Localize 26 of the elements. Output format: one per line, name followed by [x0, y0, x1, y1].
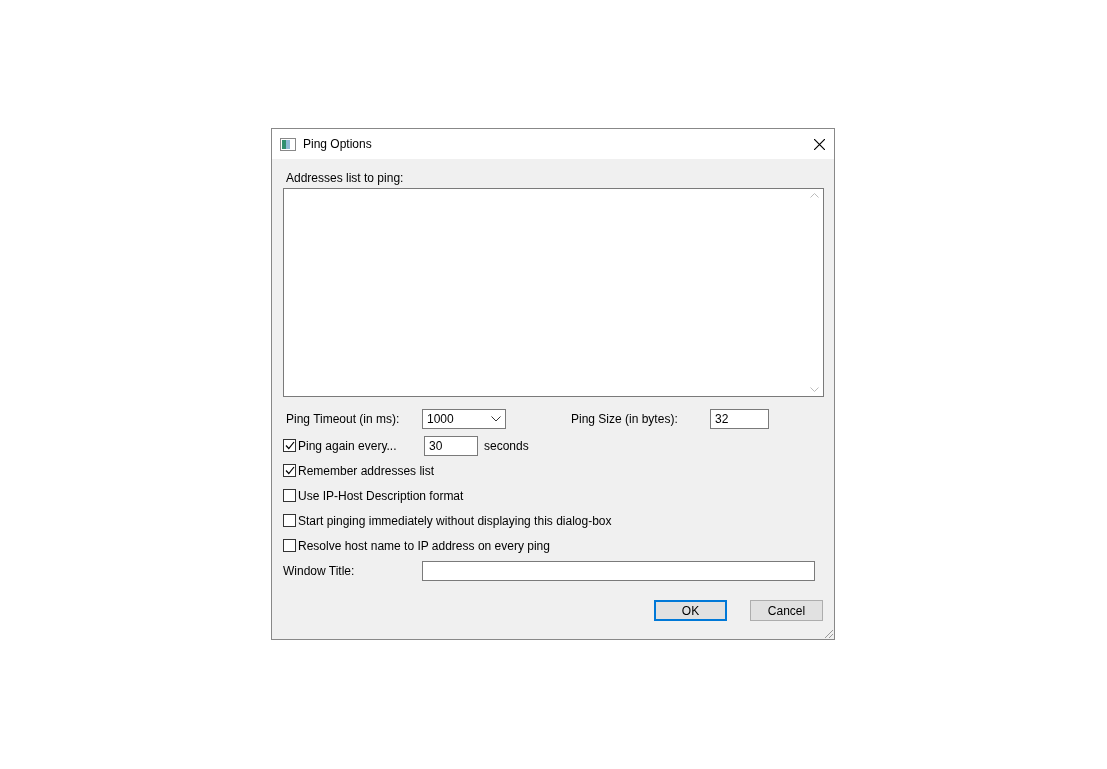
timeout-dropdown[interactable]: 1000 — [422, 409, 506, 429]
addresses-label: Addresses list to ping: — [285, 171, 405, 185]
checkbox-label[interactable]: Use IP-Host Description format — [298, 488, 464, 503]
checkbox-label[interactable]: Ping again every... — [298, 438, 424, 453]
checkbox[interactable] — [283, 489, 296, 502]
checkbox[interactable] — [283, 539, 296, 552]
chevron-down-icon — [491, 416, 501, 422]
checkbox[interactable] — [283, 514, 296, 527]
size-field[interactable]: 32 — [710, 409, 769, 429]
close-icon — [813, 138, 825, 150]
resize-grip-icon[interactable] — [822, 627, 834, 639]
window-title: Ping Options — [303, 137, 373, 151]
checkbox[interactable] — [283, 464, 296, 477]
window-title-field[interactable] — [422, 561, 815, 581]
timeout-label: Ping Timeout (in ms): — [286, 412, 401, 426]
size-label: Ping Size (in bytes): — [571, 412, 679, 426]
checkbox-label[interactable]: Remember addresses list — [298, 463, 435, 478]
checkbox[interactable] — [283, 439, 296, 452]
interval-field[interactable]: 30 — [424, 435, 478, 456]
dialog-button[interactable]: OK — [654, 600, 727, 621]
checkbox-label[interactable]: Start pinging immediately without displaying this dialog-box — [298, 513, 612, 528]
window-title-label: Window Title: — [283, 564, 356, 578]
dialog-button[interactable]: Cancel — [750, 600, 823, 621]
seconds-label: seconds — [484, 438, 529, 453]
checkbox-label[interactable]: Resolve host name to IP address on every ping — [298, 538, 550, 553]
window-app-icon — [280, 137, 296, 151]
